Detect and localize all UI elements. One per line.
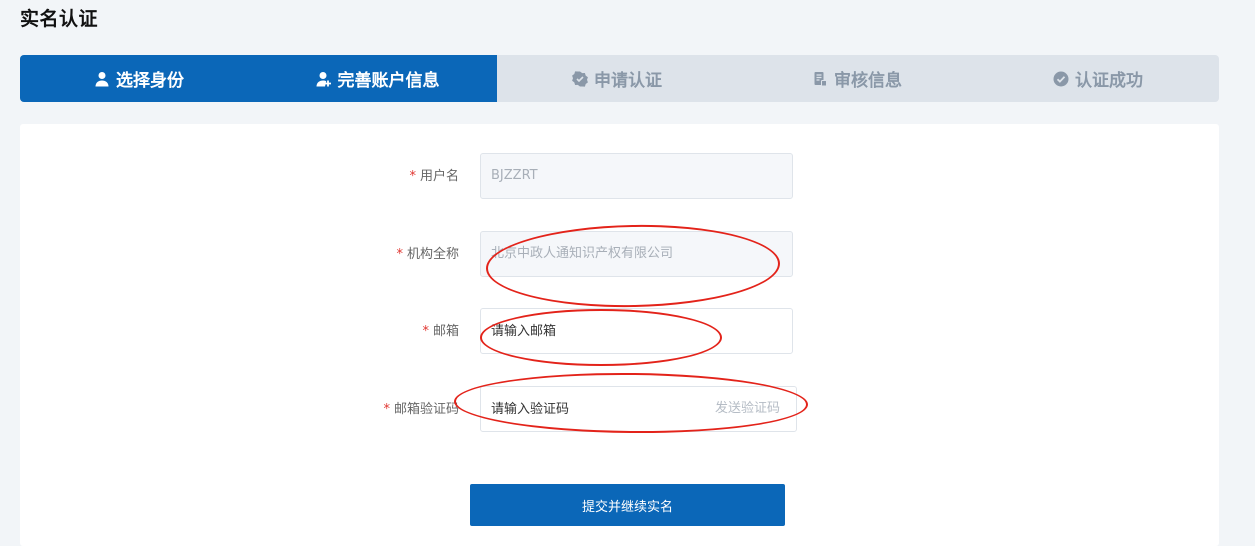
check-circle-icon	[1053, 71, 1069, 87]
user-icon	[94, 71, 110, 87]
org-name-label: * 机构全称	[396, 231, 459, 279]
step-select-identity: 选择身份	[20, 55, 258, 102]
page-title: 实名认证	[20, 8, 99, 30]
username-row: * 用户名 BJZZRT	[20, 153, 1219, 201]
email-label: * 邮箱	[422, 308, 459, 356]
document-icon	[812, 71, 828, 87]
step-label: 申请认证	[594, 71, 662, 91]
badge-icon	[572, 70, 588, 87]
org-name-label-text: 机构全称	[406, 247, 459, 262]
email-code-label: * 邮箱验证码	[383, 386, 459, 434]
email-label-text: 邮箱	[432, 324, 459, 339]
username-label-text: 用户名	[419, 169, 459, 184]
step-review-info: 审核信息	[737, 55, 977, 102]
submit-continue-button[interactable]: 提交并继续实名	[470, 484, 785, 526]
account-info-form: *用户名 BJZZRT *机构全称 北京中政人通知识产权有限公司 *邮箱 *邮箱…	[20, 124, 1219, 546]
page: 实名认证 选择身份 完善账户信息 申请认证 审核信息 认证成功 * 用户名 BJ…	[0, 0, 1255, 546]
email-code-input[interactable]	[481, 387, 711, 431]
required-mark: *	[396, 247, 403, 262]
email-input[interactable]	[480, 308, 793, 354]
username-label: * 用户名	[409, 153, 459, 201]
send-code-button[interactable]: 发送验证码	[715, 387, 780, 431]
step-apply-certification: 申请认证	[497, 55, 737, 102]
org-name-row: * 机构全称 北京中政人通知识产权有限公司	[20, 231, 1219, 279]
username-field: BJZZRT	[480, 153, 793, 199]
required-mark: *	[409, 169, 416, 184]
step-complete-account-info: 完善账户信息	[258, 55, 497, 102]
email-code-field: 发送验证码	[480, 386, 797, 432]
step-certification-success: 认证成功	[977, 55, 1219, 102]
email-row: * 邮箱	[20, 308, 1219, 356]
step-label: 审核信息	[834, 71, 902, 91]
required-mark: *	[383, 402, 390, 417]
email-code-label-text: 邮箱验证码	[393, 402, 459, 417]
org-name-field: 北京中政人通知识产权有限公司	[480, 231, 793, 277]
step-label: 完善账户信息	[337, 71, 440, 91]
required-mark: *	[422, 324, 429, 339]
step-label: 选择身份	[116, 71, 184, 91]
step-progress-bar: 选择身份 完善账户信息 申请认证 审核信息 认证成功	[20, 55, 1219, 102]
email-code-row: *邮箱验证码 发送验证码	[20, 386, 1219, 434]
user-add-icon	[316, 71, 332, 87]
step-label: 认证成功	[1075, 71, 1143, 91]
